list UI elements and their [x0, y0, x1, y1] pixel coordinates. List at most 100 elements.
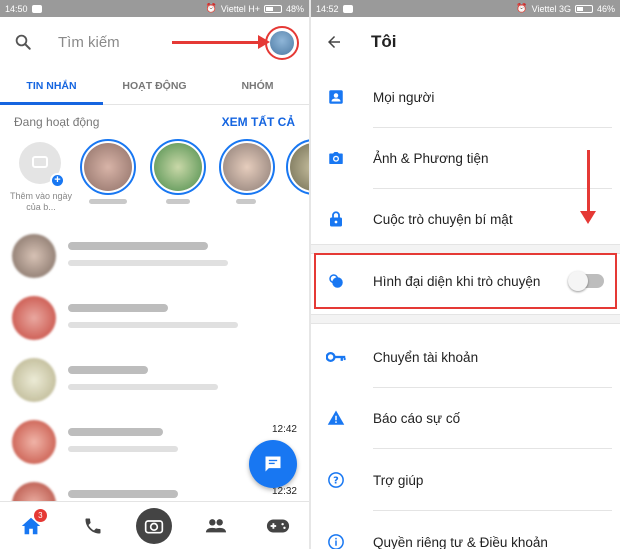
active-contact-avatar[interactable]	[286, 139, 309, 195]
conversation-preview	[68, 446, 178, 452]
menu-label: Quyền riêng tư & Điều khoản	[373, 534, 548, 549]
annotation-arrow	[172, 35, 270, 49]
menu-label: Ảnh & Phương tiện	[373, 150, 489, 166]
conversation-name	[68, 490, 178, 498]
warning-icon	[326, 408, 346, 428]
phone-icon	[85, 518, 101, 533]
nav-home[interactable]: 3	[11, 506, 51, 546]
contact-name	[236, 199, 256, 204]
nav-calls[interactable]	[73, 506, 113, 546]
status-bar: 14:50 ⏰ Viettel H+ 48%	[0, 0, 309, 17]
active-now-header: Đang hoạt động XEM TẤT CẢ	[0, 105, 309, 139]
search-icon[interactable]	[14, 33, 32, 51]
conversation-row[interactable]	[0, 352, 309, 414]
tab-bar: TIN NHẮN HOẠT ĐỘNG NHÓM	[0, 67, 309, 105]
battery-icon	[574, 4, 593, 13]
menu-label: Chuyển tài khoản	[373, 349, 479, 365]
annotation-highlight	[314, 253, 617, 309]
menu-divider	[373, 510, 612, 511]
battery-level	[576, 6, 584, 11]
alarm-icon: ⏰	[516, 3, 528, 13]
status-time: 14:52	[316, 3, 339, 14]
camera-icon	[145, 519, 164, 533]
conversation-preview	[68, 260, 228, 266]
avatar	[12, 358, 56, 402]
active-contact-avatar[interactable]	[150, 139, 206, 195]
contacts-icon	[326, 87, 346, 107]
annotation-arrow	[580, 150, 596, 224]
search-input[interactable]: Tìm kiếm	[58, 34, 120, 51]
conversation-list: 12:42 ⚡ 2 12:32	[0, 228, 309, 538]
svg-text:?: ?	[333, 475, 339, 486]
active-contact-avatar[interactable]	[219, 139, 275, 195]
add-story-button[interactable]: +	[19, 142, 65, 188]
avatar	[12, 234, 56, 278]
contact-name	[89, 199, 127, 204]
messenger-home-screen: 14:50 ⏰ Viettel H+ 48% Tìm kiếm TIN NHẮN…	[0, 0, 309, 549]
section-divider	[311, 314, 620, 324]
camera-icon	[326, 148, 346, 168]
menu-label: Cuộc trò chuyện bí mật	[373, 211, 513, 227]
plus-icon: +	[50, 173, 65, 188]
camera-button[interactable]	[136, 507, 173, 544]
conversation-row[interactable]	[0, 290, 309, 352]
search-bar[interactable]: Tìm kiếm	[0, 17, 309, 67]
menu-item-people[interactable]: Mọi người	[311, 67, 620, 127]
see-all-link[interactable]: XEM TẤT CẢ	[222, 115, 295, 129]
conversation-name	[68, 304, 168, 312]
battery-percent: 46%	[596, 3, 615, 14]
tab-activity[interactable]: HOẠT ĐỘNG	[103, 67, 206, 104]
people-icon	[206, 518, 227, 532]
info-icon	[326, 532, 346, 549]
gamepad-icon	[267, 519, 290, 532]
active-contact-avatar[interactable]	[80, 139, 136, 195]
conversation-preview	[68, 384, 218, 390]
conversation-name	[68, 366, 148, 374]
messenger-settings-screen: 14:52 ⏰ Viettel 3G 46% Tôi Mọi người Ảnh…	[311, 0, 620, 549]
nav-camera[interactable]	[134, 506, 174, 546]
menu-item-help[interactable]: ? Trợ giúp	[311, 450, 620, 510]
notification-icon	[342, 4, 353, 13]
conversation-row[interactable]	[0, 228, 309, 290]
conversation-name	[68, 242, 208, 250]
battery-icon	[263, 4, 282, 13]
conversation-name	[68, 428, 163, 436]
tab-indicator	[0, 102, 103, 105]
compose-icon	[265, 456, 281, 472]
conversation-time: 12:42	[271, 424, 297, 435]
carrier-label: Viettel 3G	[531, 3, 571, 14]
camera-icon	[32, 156, 48, 168]
status-bar: 14:52 ⏰ Viettel 3G 46%	[311, 0, 620, 17]
active-stories-row: + Thêm vào ngày của b...	[0, 139, 309, 219]
menu-item-report-problem[interactable]: Báo cáo sự cố	[311, 388, 620, 448]
contact-name	[166, 199, 190, 204]
menu-label: Mọi người	[373, 89, 435, 105]
menu-label: Trợ giúp	[373, 472, 424, 488]
profile-avatar-button[interactable]	[265, 26, 299, 60]
menu-item-secret-conversations[interactable]: Cuộc trò chuyện bí mật	[311, 189, 620, 249]
menu-item-privacy-terms[interactable]: Quyền riêng tư & Điều khoản	[311, 512, 620, 549]
status-time: 14:50	[5, 3, 28, 14]
avatar	[270, 31, 294, 55]
tab-messages[interactable]: TIN NHẮN	[0, 67, 103, 104]
new-message-button[interactable]	[249, 440, 297, 488]
avatar	[12, 296, 56, 340]
menu-divider	[373, 448, 612, 449]
page-title: Tôi	[371, 32, 397, 51]
notification-icon	[31, 4, 42, 13]
menu-label: Báo cáo sự cố	[373, 410, 461, 426]
bottom-nav: 3	[0, 501, 309, 549]
menu-item-switch-account[interactable]: Chuyển tài khoản	[311, 327, 620, 387]
app-bar: Tôi	[311, 17, 620, 67]
active-now-label: Đang hoạt động	[14, 115, 100, 129]
notification-badge: 3	[33, 508, 47, 522]
key-icon	[326, 347, 346, 367]
help-icon: ?	[326, 470, 346, 490]
tab-groups[interactable]: NHÓM	[206, 67, 309, 104]
back-arrow-icon[interactable]	[325, 33, 343, 51]
battery-percent: 48%	[285, 3, 304, 14]
conversation-preview	[68, 322, 238, 328]
nav-people[interactable]	[196, 506, 236, 546]
menu-item-photos-media[interactable]: Ảnh & Phương tiện	[311, 128, 620, 188]
nav-games[interactable]	[258, 506, 298, 546]
